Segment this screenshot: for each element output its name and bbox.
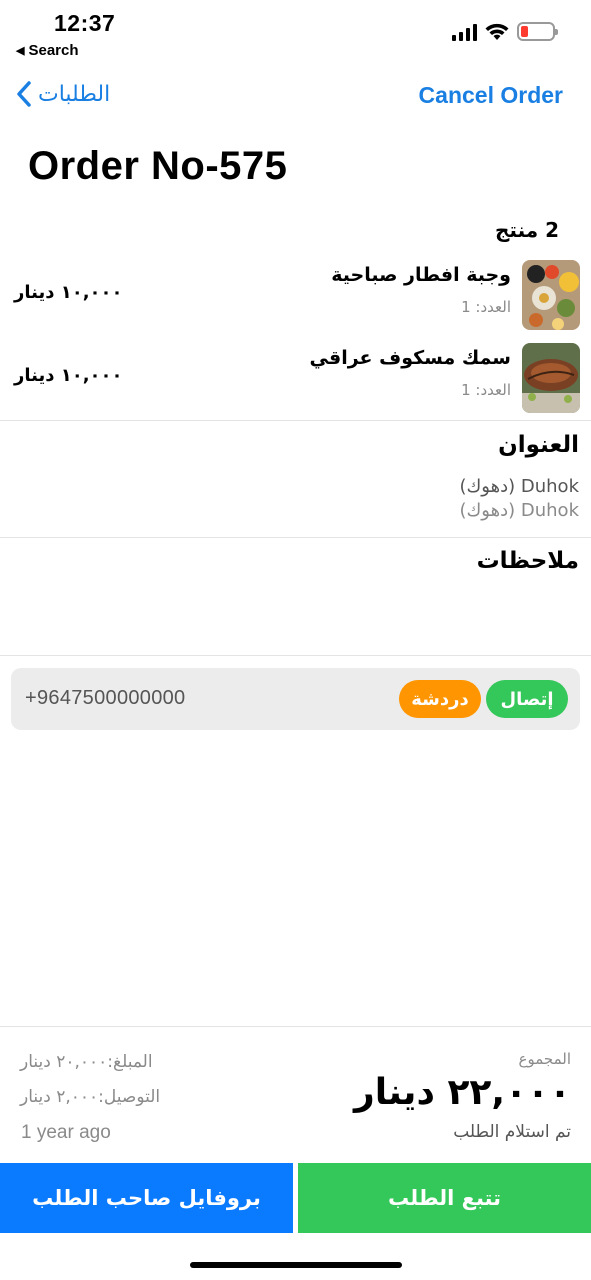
status-back-to-search[interactable]: ◀ Search — [16, 42, 79, 59]
cellular-signal-icon — [452, 23, 477, 41]
product-count: 2 منتج — [494, 218, 559, 242]
product-image — [522, 343, 580, 413]
status-icons — [452, 22, 558, 41]
product-price: ١٠,٠٠٠ دينار — [14, 282, 123, 303]
call-button[interactable]: إتصال — [486, 680, 568, 718]
address-line: Duhok (دهوك) — [459, 500, 579, 521]
divider — [0, 1026, 591, 1027]
chevron-left-icon — [17, 81, 31, 107]
battery-icon — [517, 22, 558, 41]
order-status: تم استلام الطلب — [453, 1122, 571, 1142]
subtotal-amount: المبلغ:٢٠,٠٠٠ دينار — [20, 1052, 153, 1072]
product-name: سمك مسكوف عراقي — [309, 347, 511, 369]
total-value: ٢٢,٠٠٠ دينار — [353, 1072, 571, 1113]
address-line: Duhok (دهوك) — [459, 476, 579, 497]
back-triangle-icon: ◀ — [16, 45, 25, 57]
status-back-label: Search — [28, 42, 79, 59]
home-indicator[interactable] — [190, 1262, 402, 1268]
list-item[interactable]: وجبة افطار صباحية العدد: 1 ١٠,٠٠٠ دينار — [0, 260, 591, 332]
product-quantity: العدد: 1 — [461, 381, 511, 399]
wifi-icon — [485, 23, 509, 40]
status-time: 12:37 — [54, 10, 116, 36]
chat-button[interactable]: دردشة — [399, 680, 481, 718]
contact-bar: +9647500000000 دردشة إتصال — [11, 668, 580, 730]
divider — [0, 420, 591, 421]
product-price: ١٠,٠٠٠ دينار — [14, 365, 123, 386]
nav-back-label: الطلبات — [38, 81, 111, 107]
product-name: وجبة افطار صباحية — [331, 264, 511, 286]
divider — [0, 655, 591, 656]
product-quantity: العدد: 1 — [461, 298, 511, 316]
customer-profile-button[interactable]: بروفايل صاحب الطلب — [0, 1163, 293, 1233]
delivery-fee: التوصيل:٢,٠٠٠ دينار — [20, 1087, 161, 1107]
page-title: Order No-575 — [28, 144, 288, 188]
nav-back-button[interactable]: الطلبات — [16, 80, 110, 108]
track-order-button[interactable]: تتبع الطلب — [298, 1163, 591, 1233]
cancel-order-button[interactable]: Cancel Order — [419, 82, 563, 109]
total-label: المجموع — [518, 1050, 571, 1068]
product-image — [522, 260, 580, 330]
address-title: العنوان — [498, 432, 579, 458]
order-time-ago: 1 year ago — [21, 1122, 111, 1143]
list-item[interactable]: سمك مسكوف عراقي العدد: 1 ١٠,٠٠٠ دينار — [0, 343, 591, 415]
divider — [0, 537, 591, 538]
notes-title: ملاحظات — [476, 548, 579, 574]
phone-number[interactable]: +9647500000000 — [25, 687, 185, 710]
